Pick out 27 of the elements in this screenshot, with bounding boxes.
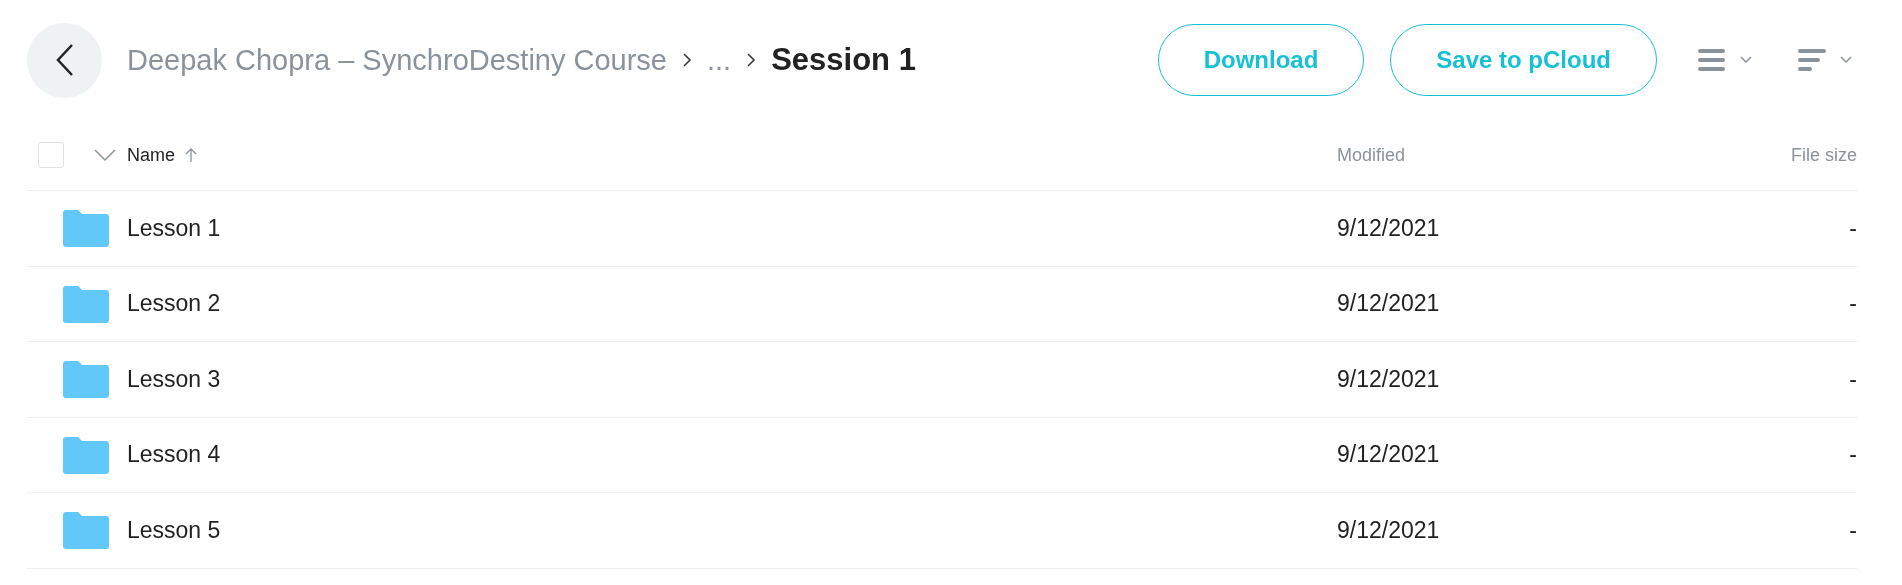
folder-icon [63,435,109,474]
file-size: - [1849,441,1857,468]
chevron-right-icon [745,53,758,67]
modified-date: 9/12/2021 [1337,441,1441,469]
file-size: - [1849,214,1857,241]
folder-icon [63,511,109,550]
column-header[interactable]: Name [127,144,175,166]
select-all-checkbox[interactable] [38,142,64,168]
sort-up-arrow-icon [185,147,197,163]
file-name[interactable]: Lesson 4 [127,441,1337,469]
folder-icon [63,360,109,399]
folder-icon [63,284,109,323]
chevron-right-icon [681,53,693,67]
file-name[interactable]: Lesson 2 [127,290,1337,318]
file-name[interactable]: Lesson 1 [127,214,1337,242]
modified-date: 9/12/2021 [1337,516,1441,544]
current-folder-title: Session 1 [771,42,916,78]
file-size: - [1849,365,1857,392]
modified-date: 9/12/2021 [1337,214,1441,242]
modified-date: 9/12/2021 [1337,365,1441,393]
file-name[interactable]: Lesson 3 [127,365,1337,393]
file-name[interactable]: Lesson 5 [127,516,1337,544]
modified-date: 9/12/2021 [1337,290,1441,318]
folder-icon [63,209,109,248]
file-size: - [1849,516,1857,543]
file-size: - [1849,290,1857,317]
chevron-down-icon[interactable] [94,148,116,162]
